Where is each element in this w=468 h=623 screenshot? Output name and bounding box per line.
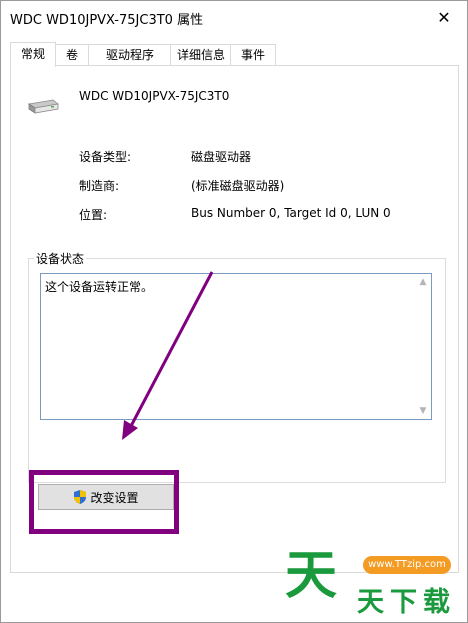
device-status-title: 设备状态 [34,250,87,267]
manufacturer-value: (标准磁盘驱动器) [191,179,285,193]
device-status-group: 设备状态 这个设备运转正常。 ▲ ▼ [28,250,446,483]
tab-volumes[interactable]: 卷 [54,44,90,65]
window-title: WDC WD10JPVX-75JC3T0 属性 [10,13,204,28]
tab-events[interactable]: 事件 [230,44,276,65]
watermark-logo-char: 天 [285,545,338,606]
scroll-down-icon[interactable]: ▼ [415,403,431,419]
device-name: WDC WD10JPVX-75JC3T0 [79,89,230,103]
tab-general[interactable]: 常规 [10,42,56,67]
annotation-highlight-box [29,470,179,534]
manufacturer-label: 制造商: [79,179,120,193]
device-type-label: 设备类型: [79,150,132,164]
device-status-text: 这个设备运转正常。 [45,280,154,294]
location-label: 位置: [79,208,108,222]
watermark-text: 天下载 [357,587,456,618]
tab-details[interactable]: 详细信息 [170,44,232,65]
tab-driver[interactable]: 驱动程序 [88,44,172,65]
device-status-textbox[interactable]: 这个设备运转正常。 ▲ ▼ [40,273,432,420]
disk-drive-icon [27,99,59,114]
close-button[interactable]: ✕ [421,1,467,33]
site-watermark: 天 www.TTzip.com 天下载 [283,546,463,618]
location-value: Bus Number 0, Target Id 0, LUN 0 [191,206,391,220]
title-bar[interactable]: WDC WD10JPVX-75JC3T0 属性 ✕ [1,1,467,33]
watermark-url: www.TTzip.com [363,556,451,574]
scroll-up-icon[interactable]: ▲ [415,274,431,290]
device-type-value: 磁盘驱动器 [191,150,252,164]
status-scrollbar[interactable]: ▲ ▼ [415,274,431,419]
